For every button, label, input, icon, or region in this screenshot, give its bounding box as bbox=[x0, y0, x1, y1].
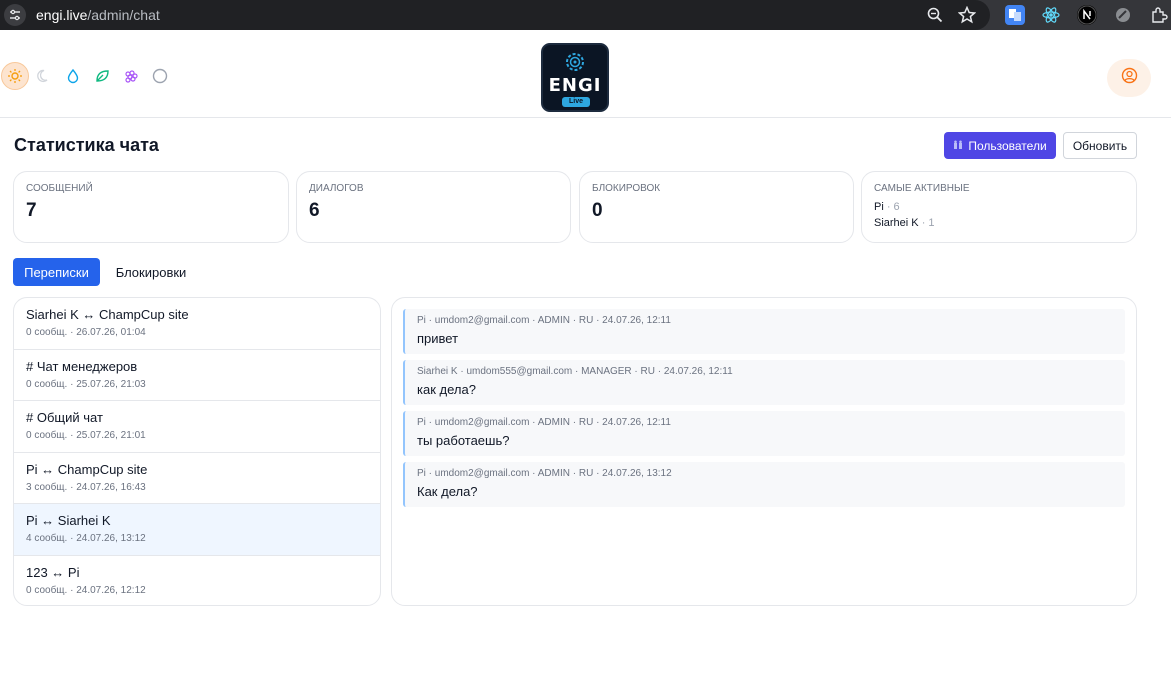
stat-value: 6 bbox=[309, 200, 320, 221]
conversation-item[interactable]: Pi ↔ ChampCup site 3 сообщ. · 24.07.26, … bbox=[14, 453, 380, 504]
message-meta: Pi · umdom2@gmail.com · ADMIN · RU · 24.… bbox=[417, 315, 671, 326]
browser-toolbar: engi.live/admin/chat bbox=[0, 0, 1171, 30]
theme-leaf-icon[interactable] bbox=[88, 62, 116, 90]
engi-logo[interactable]: ENGI Live bbox=[541, 43, 609, 112]
users-icon bbox=[953, 139, 963, 153]
conversation-meta: 0 сообщ. · 26.07.26, 01:04 bbox=[26, 327, 146, 338]
address-bar[interactable]: engi.live/admin/chat bbox=[0, 0, 990, 30]
conversation-meta: 0 сообщ. · 25.07.26, 21:01 bbox=[26, 430, 146, 441]
message-text: привет bbox=[417, 331, 459, 346]
app-header: ENGI Live bbox=[0, 37, 1171, 118]
stat-card-messages: СООБЩЕНИЙ 7 bbox=[13, 171, 289, 243]
message-text: Как дела? bbox=[417, 484, 478, 499]
theme-water-drop-icon[interactable] bbox=[59, 62, 87, 90]
message-text: как дела? bbox=[417, 382, 476, 397]
message: Siarhei K · umdom555@gmail.com · MANAGER… bbox=[403, 360, 1125, 405]
url-text: engi.live/admin/chat bbox=[36, 7, 160, 23]
stat-value: 7 bbox=[26, 200, 37, 221]
theme-grape-icon[interactable] bbox=[117, 62, 145, 90]
logo-tag: Live bbox=[562, 97, 590, 107]
conversation-title: Siarhei K ↔ ChampCup site bbox=[26, 307, 189, 322]
user-avatar-icon bbox=[1121, 67, 1138, 89]
bookmark-star-icon[interactable] bbox=[957, 5, 977, 29]
refresh-button[interactable]: Обновить bbox=[1063, 132, 1137, 159]
message: Pi · umdom2@gmail.com · ADMIN · RU · 24.… bbox=[403, 411, 1125, 456]
conversation-meta: 0 сообщ. · 25.07.26, 21:03 bbox=[26, 378, 146, 390]
active-user-row: Siarhei K · 1 bbox=[874, 217, 935, 229]
site-info-icon[interactable] bbox=[4, 4, 26, 26]
user-profile-button[interactable] bbox=[1107, 59, 1151, 97]
users-button-label: Пользователи bbox=[968, 138, 1047, 153]
stat-card-most-active: САМЫЕ АКТИВНЫЕ Pi · 6 Siarhei K · 1 bbox=[861, 171, 1137, 243]
extensions-puzzle-icon[interactable] bbox=[1149, 5, 1169, 25]
conversation-title: # Чат менеджеров bbox=[26, 358, 138, 374]
nextjs-extension-icon[interactable] bbox=[1077, 5, 1097, 25]
conversation-meta: 4 сообщ. · 24.07.26, 13:12 bbox=[26, 533, 146, 544]
message-meta: Pi · umdom2@gmail.com · ADMIN · RU · 24.… bbox=[417, 417, 671, 428]
conversation-item[interactable]: # Общий чат 0 сообщ. · 25.07.26, 21:01 bbox=[14, 401, 380, 453]
theme-dark-moon-icon[interactable] bbox=[30, 62, 58, 90]
theme-neutral-circle-icon[interactable] bbox=[146, 62, 174, 90]
message-meta: Pi · umdom2@gmail.com · ADMIN · RU · 24.… bbox=[417, 468, 672, 479]
theme-light-sun-icon[interactable] bbox=[1, 62, 29, 90]
stat-label: СООБЩЕНИЙ bbox=[26, 183, 93, 194]
tab-blocks[interactable]: Блокировки bbox=[104, 258, 198, 286]
conversation-title: Pi ↔ ChampCup site bbox=[26, 461, 148, 477]
users-button[interactable]: Пользователи bbox=[944, 132, 1056, 159]
stat-card-blocks: БЛОКИРОВОК 0 bbox=[579, 171, 854, 243]
gear-icon bbox=[566, 53, 584, 71]
conversation-meta: 0 сообщ. · 24.07.26, 12:12 bbox=[26, 584, 146, 596]
conversation-title: Pi ↔ Siarhei K bbox=[26, 513, 111, 528]
stat-label: САМЫЕ АКТИВНЫЕ bbox=[874, 183, 970, 194]
message: Pi · umdom2@gmail.com · ADMIN · RU · 24.… bbox=[403, 462, 1125, 507]
react-devtools-icon[interactable] bbox=[1041, 5, 1061, 25]
translate-extension-icon[interactable] bbox=[1005, 5, 1025, 25]
conversation-list: Siarhei K ↔ ChampCup site 0 сообщ. · 26.… bbox=[13, 297, 381, 606]
conversation-item[interactable]: Siarhei K ↔ ChampCup site 0 сообщ. · 26.… bbox=[14, 298, 380, 350]
stat-value: 0 bbox=[592, 200, 603, 221]
active-user-row: Pi · 6 bbox=[874, 201, 900, 213]
extension-icon-gray[interactable] bbox=[1113, 5, 1133, 25]
conversation-title: # Общий чат bbox=[26, 410, 103, 425]
stat-card-dialogs: ДИАЛОГОВ 6 bbox=[296, 171, 571, 243]
conversation-title: 123 ↔ Pi bbox=[26, 564, 80, 580]
tab-conversations[interactable]: Переписки bbox=[13, 258, 100, 286]
message-panel: Pi · umdom2@gmail.com · ADMIN · RU · 24.… bbox=[391, 297, 1137, 606]
conversation-item[interactable]: # Чат менеджеров 0 сообщ. · 25.07.26, 21… bbox=[14, 350, 380, 401]
message-meta: Siarhei K · umdom555@gmail.com · MANAGER… bbox=[417, 366, 733, 377]
stat-label: ДИАЛОГОВ bbox=[309, 183, 364, 194]
message: Pi · umdom2@gmail.com · ADMIN · RU · 24.… bbox=[403, 309, 1125, 354]
conversation-item[interactable]: 123 ↔ Pi 0 сообщ. · 24.07.26, 12:12 bbox=[14, 556, 380, 606]
conversation-meta: 3 сообщ. · 24.07.26, 16:43 bbox=[26, 481, 146, 493]
conversation-item-selected[interactable]: Pi ↔ Siarhei K 4 сообщ. · 24.07.26, 13:1… bbox=[14, 504, 380, 556]
theme-switcher bbox=[0, 62, 174, 90]
logo-text: ENGI bbox=[548, 75, 602, 96]
message-text: ты работаешь? bbox=[417, 433, 510, 448]
stat-label: БЛОКИРОВОК bbox=[592, 183, 661, 194]
zoom-icon[interactable] bbox=[926, 6, 944, 29]
page-title: Статистика чата bbox=[14, 135, 159, 155]
